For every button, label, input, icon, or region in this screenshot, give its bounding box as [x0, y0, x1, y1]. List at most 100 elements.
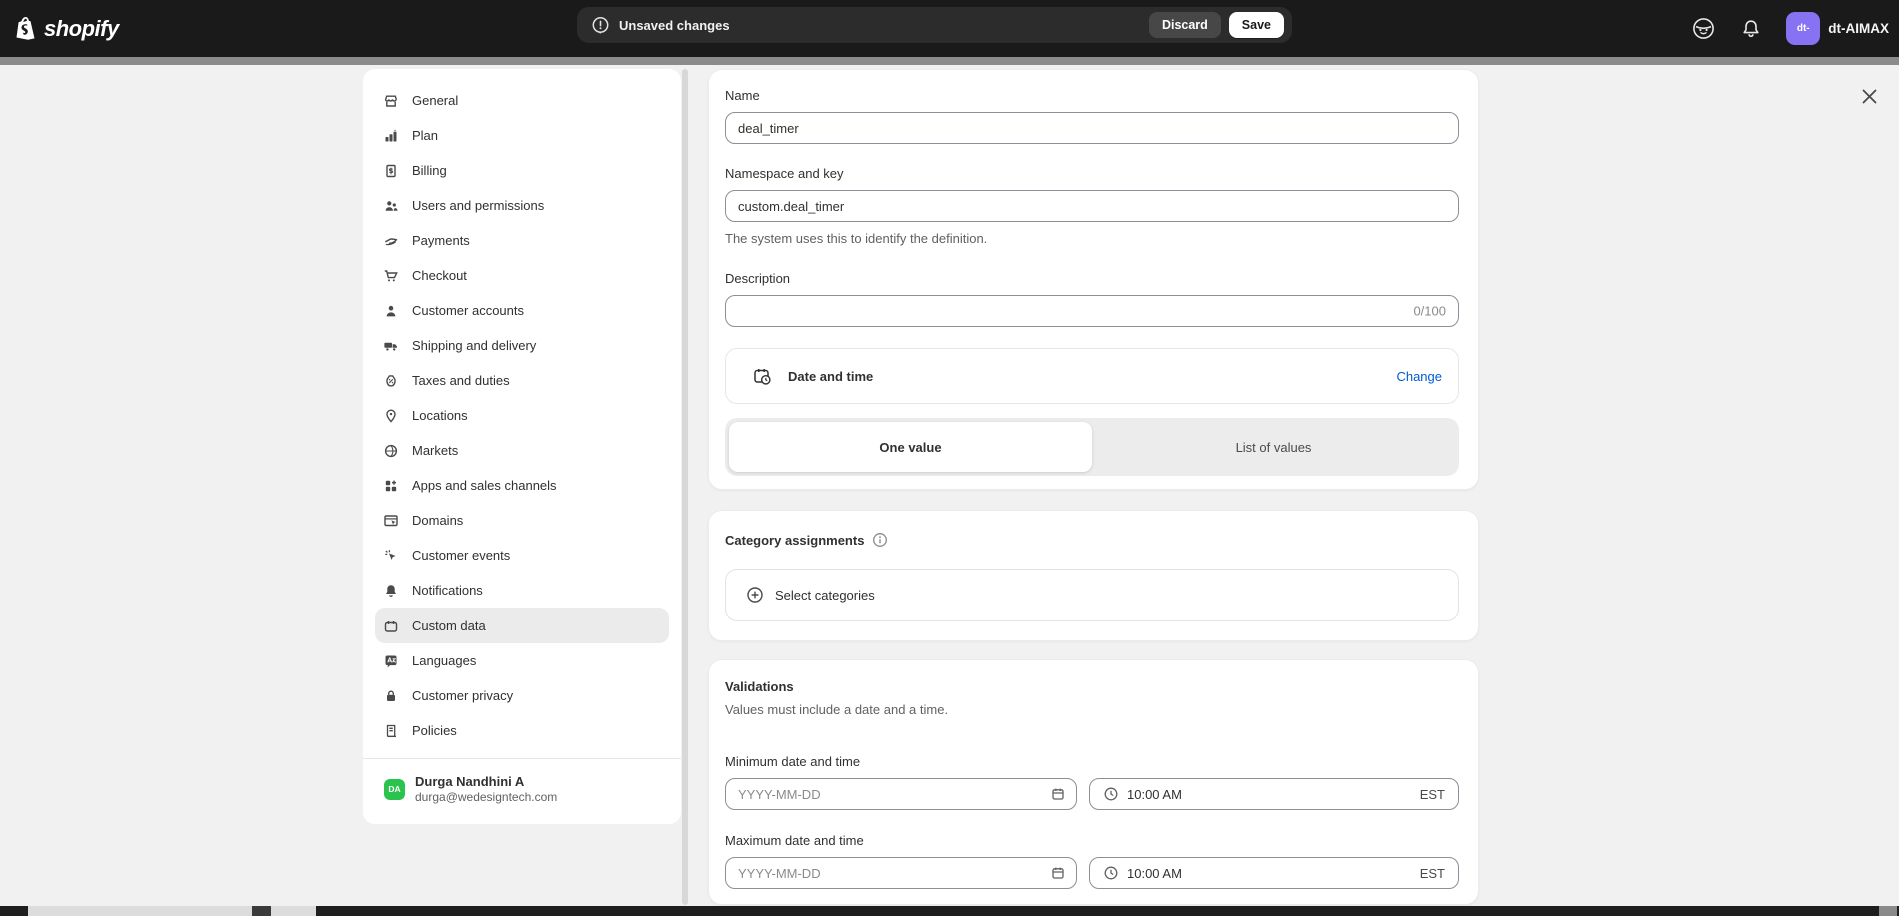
sidebar-item-policies[interactable]: Policies — [375, 713, 669, 748]
minimum-date-input[interactable] — [725, 778, 1077, 810]
sidebar-item-label: Checkout — [412, 268, 467, 283]
user-avatar-initials: DA — [388, 784, 400, 794]
sidebar-user-card[interactable]: DA Durga Nandhini A durga@wedesigntech.c… — [363, 769, 681, 805]
sidebar-item-customer-events[interactable]: Customer events — [375, 538, 669, 573]
name-input[interactable] — [725, 112, 1459, 144]
sidebar-item-general[interactable]: General — [375, 83, 669, 118]
minimum-date-label: Minimum date and time — [725, 754, 1459, 769]
maximum-date-label: Maximum date and time — [725, 833, 1459, 848]
user-name-label: Durga Nandhini A — [415, 773, 557, 790]
sidebar-item-customer-accounts[interactable]: Customer accounts — [375, 293, 669, 328]
sidebar-item-label: Users and permissions — [412, 198, 544, 213]
payments-hand-icon — [383, 233, 399, 249]
maximum-timezone-label: EST — [1420, 866, 1445, 881]
namespace-label: Namespace and key — [725, 166, 1459, 181]
shopify-logo[interactable]: shopify — [14, 0, 119, 57]
content-type-row: Date and time Change — [725, 348, 1459, 404]
maximum-date-input[interactable] — [725, 857, 1077, 889]
notifications-bell-icon[interactable] — [1740, 18, 1762, 40]
user-email-label: durga@wedesigntech.com — [415, 790, 557, 805]
validations-subtitle: Values must include a date and a time. — [725, 702, 1459, 717]
taskbar-notch — [252, 906, 271, 916]
sidebar-item-label: Taxes and duties — [412, 373, 510, 388]
sidebar-item-domains[interactable]: Domains — [375, 503, 669, 538]
minimum-time-input[interactable]: 10:00 AM EST — [1089, 778, 1459, 810]
unsaved-changes-bar: Unsaved changes Discard Save — [577, 7, 1292, 43]
definition-card: Name Namespace and key The system uses t… — [708, 69, 1479, 490]
description-input[interactable] — [725, 295, 1459, 327]
sidebar-item-label: Customer events — [412, 548, 510, 563]
maximum-time-input[interactable]: 10:00 AM EST — [1089, 857, 1459, 889]
sidebar-item-markets[interactable]: Markets — [375, 433, 669, 468]
namespace-input[interactable] — [725, 190, 1459, 222]
tax-bag-icon — [383, 373, 399, 389]
maximum-datetime-row: 10:00 AM EST — [725, 857, 1459, 889]
sidebar-item-custom-data[interactable]: Custom data — [375, 608, 669, 643]
sidebar-item-payments[interactable]: Payments — [375, 223, 669, 258]
users-icon — [383, 198, 399, 214]
select-categories-button[interactable]: Select categories — [725, 569, 1459, 621]
maximum-time-value: 10:00 AM — [1127, 866, 1182, 881]
os-taskbar[interactable] — [0, 906, 1899, 916]
account-avatar: dt- — [1786, 12, 1820, 45]
clock-icon — [1103, 786, 1119, 802]
sidebar-item-users-permissions[interactable]: Users and permissions — [375, 188, 669, 223]
cart-icon — [383, 268, 399, 284]
sidebar-item-languages[interactable]: Languages — [375, 643, 669, 678]
clock-icon — [1103, 865, 1119, 881]
sidebar-item-label: Locations — [412, 408, 468, 423]
policy-doc-icon — [383, 723, 399, 739]
list-of-values-tab[interactable]: List of values — [1092, 422, 1455, 472]
sidebar-item-label: Apps and sales channels — [412, 478, 557, 493]
one-value-tab[interactable]: One value — [729, 422, 1092, 472]
sidebar-item-label: Billing — [412, 163, 447, 178]
close-button[interactable] — [1853, 80, 1885, 112]
minimum-timezone-label: EST — [1420, 787, 1445, 802]
sidekick-assistant-icon[interactable] — [1691, 16, 1716, 41]
sidebar-scrollbar[interactable] — [682, 69, 688, 905]
sidebar-item-locations[interactable]: Locations — [375, 398, 669, 433]
apps-grid-icon — [383, 478, 399, 494]
info-icon[interactable] — [872, 532, 888, 548]
horizontal-scrollbar[interactable] — [0, 57, 1899, 65]
account-name-label: dt-AIMAX — [1828, 21, 1889, 36]
sidebar-nav-list: General Plan Billing Users and permissio… — [363, 69, 681, 748]
sidebar-item-apps-sales-channels[interactable]: Apps and sales channels — [375, 468, 669, 503]
sidebar-item-billing[interactable]: Billing — [375, 153, 669, 188]
custom-data-icon — [383, 618, 399, 634]
bell-icon — [383, 583, 399, 599]
top-bar: shopify Unsaved changes Discard Save — [0, 0, 1899, 57]
sidebar-item-label: Plan — [412, 128, 438, 143]
alert-info-icon — [591, 16, 610, 35]
sidebar-item-notifications[interactable]: Notifications — [375, 573, 669, 608]
discard-button[interactable]: Discard — [1149, 12, 1221, 38]
sidebar-item-taxes-duties[interactable]: Taxes and duties — [375, 363, 669, 398]
validations-card: Validations Values must include a date a… — [708, 659, 1479, 905]
map-pin-icon — [383, 408, 399, 424]
account-menu[interactable]: dt- dt-AIMAX — [1786, 12, 1889, 45]
value-mode-toggle: One value List of values — [725, 418, 1459, 476]
language-icon — [383, 653, 399, 669]
sidebar-item-plan[interactable]: Plan — [375, 118, 669, 153]
change-type-link[interactable]: Change — [1396, 369, 1442, 384]
lock-icon — [383, 688, 399, 704]
sidebar-item-label: Customer accounts — [412, 303, 524, 318]
sidebar-item-customer-privacy[interactable]: Customer privacy — [375, 678, 669, 713]
sidebar-item-shipping-delivery[interactable]: Shipping and delivery — [375, 328, 669, 363]
shopify-bag-icon — [14, 16, 38, 42]
user-avatar: DA — [384, 779, 405, 800]
save-button[interactable]: Save — [1229, 12, 1284, 38]
validations-title: Validations — [725, 679, 1459, 694]
settings-screen: shopify Unsaved changes Discard Save — [0, 0, 1899, 916]
date-time-type-icon — [752, 366, 773, 387]
minimum-time-value: 10:00 AM — [1127, 787, 1182, 802]
sidebar-item-checkout[interactable]: Checkout — [375, 258, 669, 293]
sidebar-item-label: Custom data — [412, 618, 486, 633]
sidebar-item-label: Customer privacy — [412, 688, 513, 703]
sidebar-item-label: Shipping and delivery — [412, 338, 536, 353]
content-type-label: Date and time — [788, 369, 873, 384]
globe-icon — [383, 443, 399, 459]
sidebar-divider — [363, 758, 681, 759]
taskbar-light-segment — [28, 906, 316, 916]
plus-circle-icon — [746, 586, 764, 604]
